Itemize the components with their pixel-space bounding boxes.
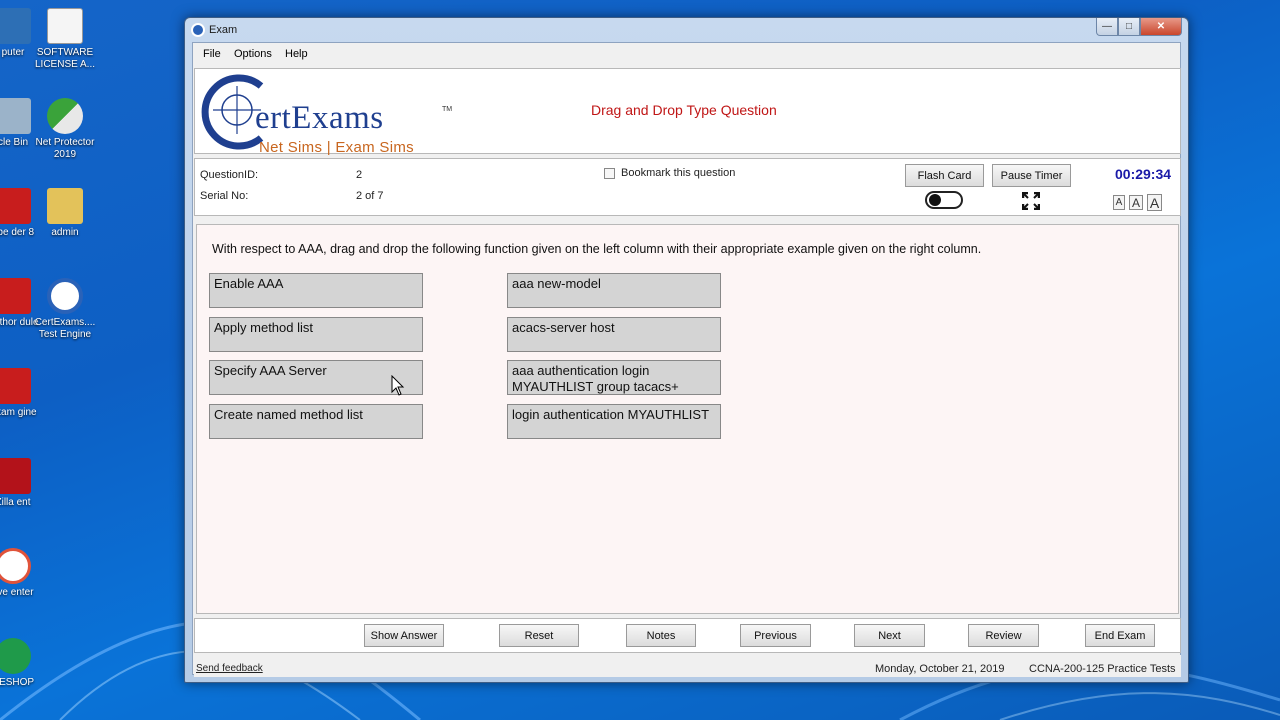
desktop-icon-net-protector[interactable]: Net Protector 2019 xyxy=(30,98,100,161)
minimize-icon: — xyxy=(1102,21,1112,32)
right-item-aaa-new-model[interactable]: aaa new-model xyxy=(507,273,721,308)
close-button[interactable]: ✕ xyxy=(1140,18,1182,36)
header-banner: ertExams TM Net Sims | Exam Sims Drag an… xyxy=(194,68,1181,156)
serial-no-label: Serial No: xyxy=(200,190,249,202)
filezilla-icon xyxy=(0,458,31,494)
reset-button[interactable]: Reset xyxy=(499,624,579,647)
desktop-icon-filezilla[interactable]: Zilla ent xyxy=(0,458,48,509)
logo-trademark: TM xyxy=(442,106,453,113)
navigation-bar: Show Answer Reset Notes Previous Next Re… xyxy=(194,618,1181,653)
menu-bar: File Options Help xyxy=(193,43,1180,65)
desktop-icon-admin[interactable]: admin xyxy=(30,188,100,239)
status-date: Monday, October 21, 2019 xyxy=(875,663,1005,675)
right-item-tacacs-server-host[interactable]: acacs-server host xyxy=(507,317,721,352)
font-size-large-button[interactable]: A xyxy=(1147,194,1162,211)
show-answer-button[interactable]: Show Answer xyxy=(364,624,444,647)
desktop-icon-active-center[interactable]: tive enter xyxy=(0,548,48,599)
desktop-icon-software-license[interactable]: SOFTWARE LICENSE A... xyxy=(30,8,100,71)
window-client: File Options Help ertExams TM Net Sims |… xyxy=(192,42,1181,677)
maximize-button[interactable]: □ xyxy=(1118,18,1140,36)
exam-engine-icon xyxy=(0,368,31,404)
menu-file[interactable]: File xyxy=(203,48,221,60)
minimize-button[interactable]: — xyxy=(1096,18,1118,36)
shop-icon xyxy=(0,638,31,674)
active-center-icon xyxy=(0,548,31,584)
desktop-icon-label: Exam gine xyxy=(0,407,37,418)
maximize-icon: □ xyxy=(1125,21,1133,32)
desktop-icon-label: tive enter xyxy=(0,587,34,598)
bookmark-label: Bookmark this question xyxy=(621,167,736,179)
desktop-icon-label: obe der 8 xyxy=(0,227,35,238)
send-feedback-link[interactable]: Send feedback xyxy=(196,663,263,674)
status-bar: Send feedback Monday, October 21, 2019 C… xyxy=(194,655,1181,677)
question-type-title: Drag and Drop Type Question xyxy=(591,102,777,118)
desktop-icon-label: puter xyxy=(1,47,25,58)
left-item-create-named-method-list[interactable]: Create named method list xyxy=(209,404,423,439)
exam-window: Exam — □ ✕ File Options Help ertExams TM xyxy=(184,17,1189,683)
bookmark-checkbox[interactable]: Bookmark this question xyxy=(604,167,735,179)
flash-card-button[interactable]: Flash Card xyxy=(905,164,984,187)
desktop-icon-label: Zilla ent xyxy=(0,497,31,508)
computer-icon xyxy=(0,8,31,44)
desktop-icon-label: Net Protector 2019 xyxy=(35,137,95,160)
logo-subtitle: Net Sims | Exam Sims xyxy=(259,139,414,156)
logo-text: ertExams xyxy=(255,100,384,136)
question-area: With respect to AAA, drag and drop the f… xyxy=(196,224,1179,614)
title-bar[interactable]: Exam — □ ✕ xyxy=(185,18,1188,42)
question-id-label: QuestionID: xyxy=(200,169,259,181)
user-folder-icon xyxy=(47,188,83,224)
pause-timer-button[interactable]: Pause Timer xyxy=(992,164,1071,187)
right-item-login-authentication[interactable]: login authentication MYAUTHLIST xyxy=(507,404,721,439)
serial-no-value: 2 of 7 xyxy=(356,190,384,202)
desktop-icon-exam-engine[interactable]: Exam gine xyxy=(0,368,48,419)
checkbox-icon xyxy=(604,167,615,179)
pill-icon xyxy=(47,98,83,134)
menu-options[interactable]: Options xyxy=(234,48,272,60)
left-item-apply-method-list[interactable]: Apply method list xyxy=(209,317,423,352)
desktop-icon-label: admin xyxy=(51,227,79,238)
notes-button[interactable]: Notes xyxy=(626,624,696,647)
desktop-icon-label: SOFTWARE LICENSE A... xyxy=(34,47,96,70)
pdf-icon xyxy=(0,188,31,224)
app-icon xyxy=(191,23,205,37)
left-item-enable-aaa[interactable]: Enable AAA xyxy=(209,273,423,308)
question-text: With respect to AAA, drag and drop the f… xyxy=(212,242,982,256)
fullscreen-icon[interactable] xyxy=(1022,192,1040,210)
certexams-author-icon xyxy=(0,278,31,314)
window-title: Exam xyxy=(209,24,238,36)
theme-toggle[interactable] xyxy=(925,191,963,209)
window-controls: — □ ✕ xyxy=(1096,18,1182,36)
question-info-bar: QuestionID: 2 Serial No: 2 of 7 Bookmark… xyxy=(194,158,1181,216)
desktop-icon-label: RESHOP xyxy=(0,677,35,688)
exam-timer: 00:29:34 xyxy=(1115,166,1172,182)
document-icon xyxy=(47,8,83,44)
toggle-knob xyxy=(929,194,941,206)
right-item-aaa-authentication[interactable]: aaa authentication login MYAUTHLIST grou… xyxy=(507,360,721,395)
next-button[interactable]: Next xyxy=(854,624,925,647)
close-icon: ✕ xyxy=(1156,21,1166,32)
status-test-name: CCNA-200-125 Practice Tests xyxy=(1029,663,1176,675)
font-size-small-button[interactable]: A xyxy=(1113,195,1125,210)
desktop-icon-label: cle Bin xyxy=(0,137,28,148)
end-exam-button[interactable]: End Exam xyxy=(1085,624,1155,647)
review-button[interactable]: Review xyxy=(968,624,1039,647)
certexams-logo: ertExams TM Net Sims | Exam Sims xyxy=(197,72,457,156)
font-size-medium-button[interactable]: A xyxy=(1129,195,1143,210)
desktop-icon-label: CertExams.... Test Engine xyxy=(34,317,96,340)
desktop-icon-reshop[interactable]: RESHOP xyxy=(0,638,48,689)
previous-button[interactable]: Previous xyxy=(740,624,811,647)
recycle-bin-icon xyxy=(0,98,31,134)
certexams-icon xyxy=(47,278,83,314)
mouse-cursor-icon xyxy=(391,375,405,396)
desktop-icon-certexams-test-engine[interactable]: CertExams.... Test Engine xyxy=(30,278,100,341)
menu-help[interactable]: Help xyxy=(285,48,308,60)
question-id-value: 2 xyxy=(356,169,363,181)
